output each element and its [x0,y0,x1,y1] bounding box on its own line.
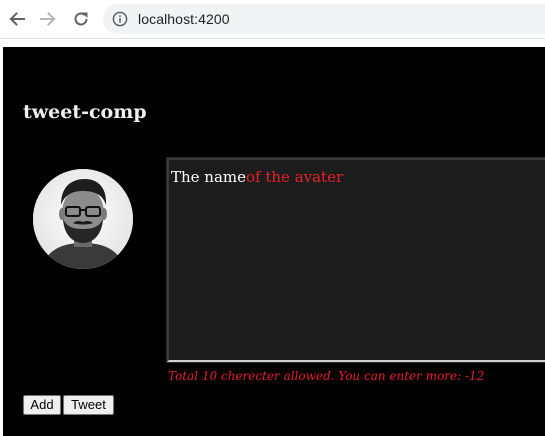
forward-button[interactable] [37,8,59,30]
url-text[interactable]: localhost:4200 [138,11,230,27]
tweet-textarea[interactable]: The nameof the avater [166,157,545,363]
address-bar[interactable]: localhost:4200 [103,4,545,34]
tweet-text-within-limit: The name [171,168,247,186]
app-page: tweet-comp The nameof the avater Total 1… [3,47,545,436]
info-icon[interactable] [112,11,128,27]
component-title: tweet-comp [23,101,147,123]
reload-button[interactable] [70,8,92,30]
browser-toolbar: localhost:4200 [0,0,545,39]
tweet-text[interactable]: The nameof the avater [171,168,343,186]
tweet-button[interactable]: Tweet [63,395,114,415]
tweet-text-over-limit: of the avater [246,168,344,186]
back-button[interactable] [6,8,28,30]
user-avatar-icon [33,169,133,269]
back-arrow-icon [9,12,25,26]
character-counter-message: Total 10 cherecter allowed. You can ente… [168,369,485,383]
forward-arrow-icon [40,12,56,26]
add-button[interactable]: Add [23,395,61,415]
avatar [33,169,133,269]
reload-icon [74,12,88,26]
